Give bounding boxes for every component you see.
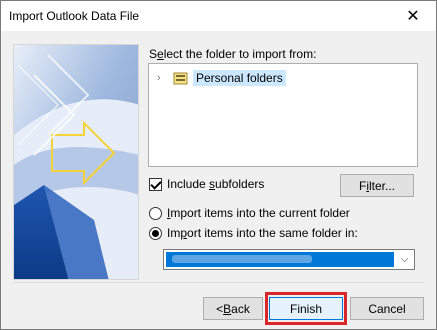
import-current-folder-label: Import items into the current folder <box>167 206 350 220</box>
dropdown-selected-value <box>166 252 394 267</box>
pst-folder-icon <box>173 72 188 85</box>
import-current-folder-radio[interactable] <box>149 206 162 220</box>
chevron-down-icon[interactable]: ⌵ <box>395 250 414 269</box>
select-folder-label: Select the folder to import from: <box>149 47 317 61</box>
title-bar: Import Outlook Data File ✕ <box>1 1 436 31</box>
back-button[interactable]: < Back <box>203 297 263 320</box>
dialog-title: Import Outlook Data File <box>9 9 140 23</box>
tree-item-label: Personal folders <box>193 70 286 86</box>
chevron-right-icon[interactable]: › <box>157 72 169 84</box>
redacted-text <box>172 255 312 263</box>
import-same-folder-radio[interactable] <box>149 226 162 240</box>
tree-item-personal-folders[interactable]: › Personal folders <box>157 69 286 87</box>
filter-button[interactable]: Fi lter... <box>340 174 414 197</box>
import-outlook-data-file-dialog: Import Outlook Data File ✕ Select the fo… <box>0 0 437 330</box>
include-subfolders-checkbox[interactable] <box>149 177 162 191</box>
divider <box>13 282 424 283</box>
include-subfolders-label: Include subfolders <box>167 177 265 191</box>
destination-folder-dropdown[interactable]: ⌵ <box>163 249 415 270</box>
import-current-folder-radio-row[interactable]: Import items into the current folder <box>149 206 350 220</box>
finish-highlight-box <box>265 292 347 325</box>
cancel-button[interactable]: Cancel <box>350 297 424 320</box>
import-same-folder-radio-row[interactable]: Import items into the same folder in: <box>149 226 358 240</box>
include-subfolders-checkbox-row[interactable]: Include subfolders <box>149 177 264 191</box>
close-icon: ✕ <box>406 8 420 25</box>
wizard-banner-graphic <box>13 44 139 280</box>
import-same-folder-label: Import items into the same folder in: <box>167 226 358 240</box>
folder-tree[interactable]: › Personal folders <box>148 63 418 167</box>
banner-arrows-image <box>14 45 138 279</box>
close-button[interactable]: ✕ <box>390 1 436 31</box>
